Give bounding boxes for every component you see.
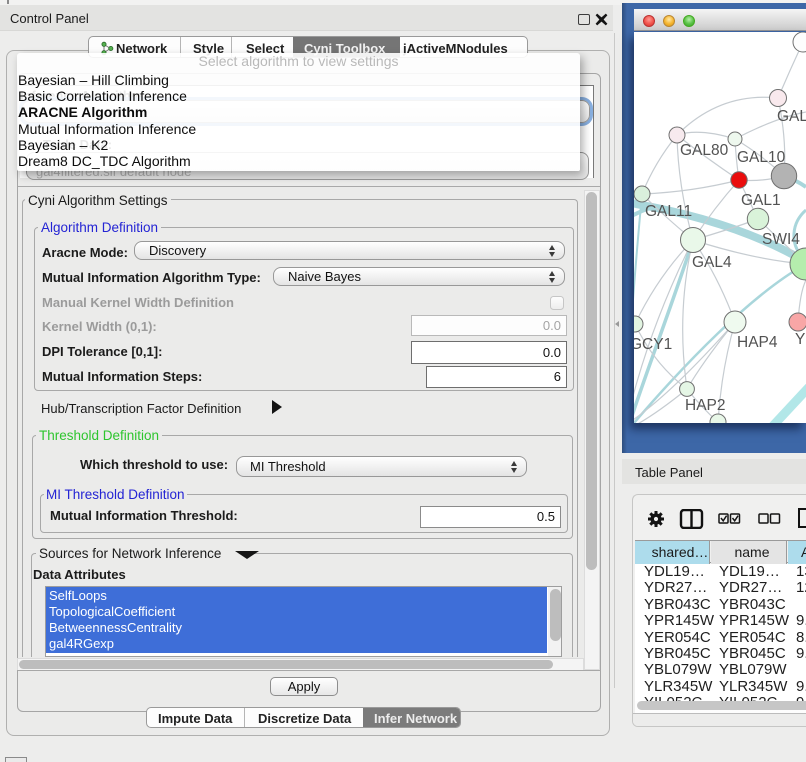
svg-text:HAP2: HAP2 bbox=[685, 397, 726, 414]
svg-text:GCY1: GCY1 bbox=[634, 336, 672, 353]
svg-text:HAP4: HAP4 bbox=[737, 334, 778, 351]
svg-text:GAL4: GAL4 bbox=[692, 254, 732, 271]
svg-text:GAL10: GAL10 bbox=[737, 149, 786, 166]
svg-text:GAL7: GAL7 bbox=[777, 108, 806, 125]
svg-text:GAL1: GAL1 bbox=[741, 192, 781, 209]
svg-text:GAL11: GAL11 bbox=[645, 203, 692, 220]
svg-text:GAL80: GAL80 bbox=[680, 142, 729, 159]
svg-text:Y: Y bbox=[795, 331, 805, 348]
svg-text:SWI4: SWI4 bbox=[762, 231, 800, 248]
